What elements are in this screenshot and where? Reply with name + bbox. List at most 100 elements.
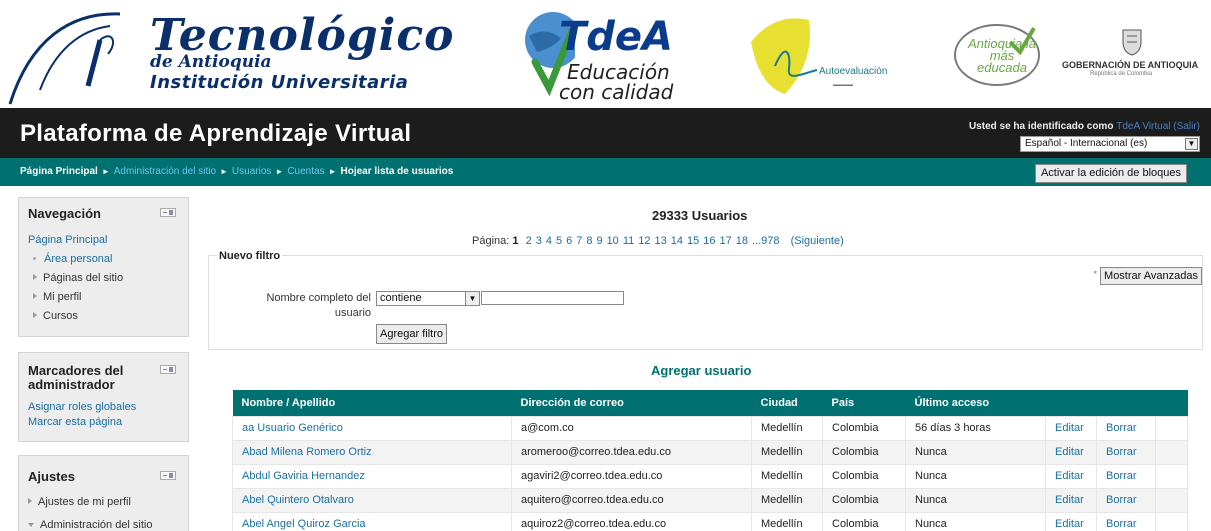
block-toggle-icon[interactable]	[160, 365, 176, 374]
user-name-link[interactable]: TdeA Virtual	[1116, 121, 1170, 132]
edit-link[interactable]: Editar	[1045, 487, 1097, 513]
user-last-access: Nunca	[905, 511, 1046, 531]
page-link[interactable]: 12	[638, 235, 650, 247]
gobernacion-name: GOBERNACIÓN DE ANTIOQUIA	[1062, 60, 1199, 70]
page-header: Plataforma de Aprendizaje Virtual Usted …	[0, 108, 1211, 158]
nav-item-site-pages[interactable]: Páginas del sitio	[33, 272, 123, 284]
column-header-country[interactable]: País	[822, 390, 906, 416]
settings-item-my-profile[interactable]: Ajustes de mi perfil	[28, 496, 131, 508]
tda-logo-line2: de Antioquia	[150, 52, 272, 72]
bookmarks-block-title-line2: administrador	[28, 377, 115, 392]
table-header-row: Nombre / Apellido Dirección de correo Ci…	[232, 390, 1188, 416]
delete-link[interactable]: Borrar	[1096, 415, 1156, 441]
column-header-extra	[1155, 390, 1188, 416]
page-link[interactable]: 4	[546, 235, 552, 247]
page-link[interactable]: 3	[536, 235, 542, 247]
add-user-link[interactable]: Agregar usuario	[651, 363, 751, 378]
users-table: Nombre / Apellido Dirección de correo Ci…	[232, 390, 1188, 531]
table-row: Abad Milena Romero Ortiz aromeroo@correo…	[232, 439, 1188, 465]
settings-block-title: Ajustes	[28, 469, 75, 484]
page-link[interactable]: 7	[576, 235, 582, 247]
delete-link[interactable]: Borrar	[1096, 439, 1156, 465]
edit-link[interactable]: Editar	[1045, 439, 1097, 465]
column-header-email[interactable]: Dirección de correo	[511, 390, 752, 416]
caret-right-icon	[33, 293, 37, 299]
nav-item-my-profile[interactable]: Mi perfil	[33, 291, 82, 303]
column-header-city[interactable]: Ciudad	[751, 390, 823, 416]
page-link[interactable]: 8	[586, 235, 592, 247]
page-link[interactable]: 5	[556, 235, 562, 247]
user-last-access: 56 días 3 horas	[905, 415, 1046, 441]
page-link[interactable]: 15	[687, 235, 699, 247]
empty-cell	[1155, 463, 1188, 489]
autoevaluacion-logo: Autoevaluación ▬▬▬▬	[745, 12, 920, 102]
column-header-last-access[interactable]: Último acceso	[905, 390, 1046, 416]
user-city: Medellín	[751, 487, 823, 513]
crest-icon	[1122, 29, 1142, 56]
page-link[interactable]: 11	[623, 235, 634, 247]
breadcrumb-admin[interactable]: Administración del sitio	[114, 166, 216, 177]
bookmark-page-link[interactable]: Marcar esta página	[28, 416, 122, 428]
page-link[interactable]: 14	[671, 235, 683, 247]
nav-item-label: Páginas del sitio	[43, 272, 124, 284]
user-name-link[interactable]: Abad Milena Romero Ortiz	[232, 439, 512, 465]
next-page-link[interactable]: (Siguiente)	[791, 235, 844, 247]
block-toggle-icon[interactable]	[160, 471, 176, 480]
delete-link[interactable]: Borrar	[1096, 463, 1156, 489]
breadcrumb-users[interactable]: Usuarios	[232, 166, 271, 177]
page-link[interactable]: 13	[654, 235, 666, 247]
assign-global-roles-link[interactable]: Asignar roles globales	[28, 401, 136, 413]
antioquia-educada-text: Antioquia la más educada	[968, 36, 1036, 75]
page-link[interactable]: 9	[596, 235, 602, 247]
add-filter-button[interactable]: Agregar filtro	[376, 324, 447, 344]
breadcrumb-accounts[interactable]: Cuentas	[287, 166, 324, 177]
tdea-logo-name: TdeA	[559, 14, 674, 60]
logout-link[interactable]: Salir	[1177, 121, 1197, 132]
nav-item-courses[interactable]: Cursos	[33, 310, 78, 322]
nav-item-area-personal[interactable]: Área personal	[33, 253, 113, 265]
user-count-heading: 29333 Usuarios	[652, 208, 748, 223]
user-city: Medellín	[751, 463, 823, 489]
block-toggle-icon[interactable]	[160, 208, 176, 217]
user-email: a@com.co	[511, 415, 752, 441]
delete-link[interactable]: Borrar	[1096, 511, 1156, 531]
column-header-name[interactable]: Nombre / Apellido	[232, 390, 512, 416]
page-link[interactable]: 2	[526, 235, 532, 247]
edit-link[interactable]: Editar	[1045, 511, 1097, 531]
breadcrumb-separator: ►	[275, 167, 284, 176]
user-name-link[interactable]: Abdul Gaviria Hernandez	[232, 463, 512, 489]
admin-bookmarks-block: Marcadores del administrador Asignar rol…	[18, 352, 189, 442]
language-select[interactable]: Español - Internacional (es) ▼	[1020, 136, 1200, 152]
caret-right-icon	[33, 274, 37, 280]
empty-cell	[1155, 439, 1188, 465]
page-link[interactable]: 6	[566, 235, 572, 247]
filter-operator-select[interactable]: contiene ▼	[376, 291, 480, 306]
show-advanced-button[interactable]: Mostrar Avanzadas	[1100, 267, 1202, 285]
nav-item-label: Cursos	[43, 310, 78, 322]
navigation-block-title: Navegación	[28, 206, 101, 221]
edit-blocks-button[interactable]: Activar la edición de bloques	[1034, 164, 1187, 183]
tdea-logo: TdeA Educación con calidad	[515, 8, 715, 104]
user-last-access: Nunca	[905, 439, 1046, 465]
nav-home-link[interactable]: Página Principal	[28, 234, 108, 246]
page-link-last[interactable]: ...978	[752, 235, 780, 247]
user-email: aromeroo@correo.tdea.edu.co	[511, 439, 752, 465]
breadcrumb-home[interactable]: Página Principal	[20, 166, 98, 177]
delete-link[interactable]: Borrar	[1096, 487, 1156, 513]
tda-logo: Tecnológico de Antioquia Institución Uni…	[0, 0, 470, 108]
filter-value-input[interactable]	[481, 291, 624, 305]
page-link[interactable]: 16	[703, 235, 715, 247]
column-header-edit	[1045, 390, 1097, 416]
page-link[interactable]: 18	[736, 235, 748, 247]
user-name-link[interactable]: Abel Angel Quiroz Garcia	[232, 511, 512, 531]
edit-link[interactable]: Editar	[1045, 463, 1097, 489]
user-name-link[interactable]: aa Usuario Genérico	[232, 415, 512, 441]
table-row: Abel Quintero Otalvaro aquitero@correo.t…	[232, 487, 1188, 513]
edit-link[interactable]: Editar	[1045, 415, 1097, 441]
settings-item-label: Ajustes de mi perfil	[38, 496, 131, 508]
page-link[interactable]: 17	[719, 235, 731, 247]
user-name-link[interactable]: Abel Quintero Otalvaro	[232, 487, 512, 513]
page-link[interactable]: 10	[607, 235, 619, 247]
user-country: Colombia	[822, 415, 906, 441]
settings-item-site-admin[interactable]: Administración del sitio	[28, 519, 153, 531]
